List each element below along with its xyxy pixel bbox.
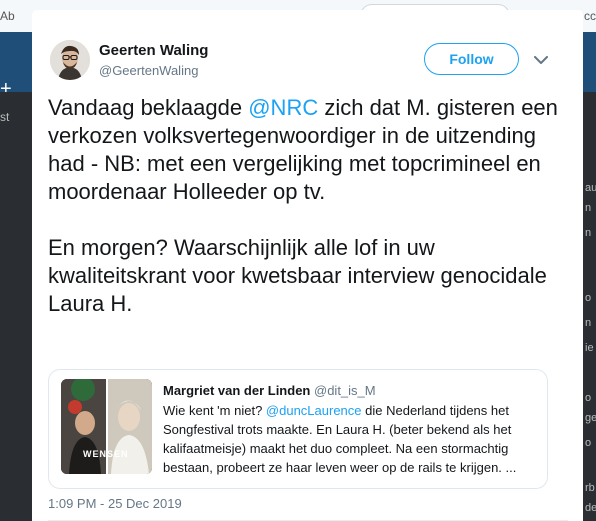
background-text-fragment: ie bbox=[585, 342, 594, 354]
quoted-author-name: Margriet van der Linden bbox=[163, 383, 311, 398]
avatar-portrait-icon bbox=[50, 40, 90, 80]
background-text-fragment: n bbox=[585, 227, 592, 239]
background-right-column: au n n o n ie o ge o rb de bbox=[583, 92, 596, 521]
quoted-media-image-icon bbox=[61, 379, 152, 474]
quoted-author[interactable]: Margriet van der Linden @dit_is_M bbox=[163, 383, 376, 398]
author-handle[interactable]: @GeertenWaling bbox=[99, 63, 198, 78]
media-caption: WENSEN bbox=[83, 449, 129, 459]
quoted-tweet[interactable]: WENSEN Margriet van der Linden @dit_is_M… bbox=[48, 369, 548, 489]
tweet-paragraph: En morgen? Waarschijnlijk alle lof in uw… bbox=[48, 235, 547, 316]
avatar[interactable] bbox=[50, 40, 90, 80]
background-text-fragment: n bbox=[585, 317, 592, 329]
more-options-button[interactable] bbox=[531, 50, 551, 70]
background-text-fragment: Ab bbox=[0, 9, 15, 23]
quoted-tweet-text: Wie kent 'm niet? @duncLaurence die Nede… bbox=[163, 401, 543, 477]
background-text-fragment: au bbox=[585, 182, 596, 194]
tweet-timestamp[interactable]: 1:09 PM - 25 Dec 2019 bbox=[48, 496, 182, 511]
quoted-tweet-media[interactable]: WENSEN bbox=[61, 379, 152, 474]
background-text-fragment: n bbox=[585, 202, 592, 214]
background-text-fragment: cc bbox=[584, 9, 596, 23]
tweet-text: Vandaag beklaagde @NRC zich dat M. giste… bbox=[48, 94, 568, 318]
background-text-fragment: o bbox=[585, 292, 592, 304]
tweet-paragraph: Vandaag beklaagde @NRC zich dat M. giste… bbox=[48, 94, 568, 206]
tweet-card: Geerten Waling @GeertenWaling Follow Van… bbox=[32, 10, 583, 521]
author-name[interactable]: Geerten Waling bbox=[99, 42, 208, 59]
quoted-text-span: Wie kent 'm niet? bbox=[163, 403, 266, 418]
background-text-fragment: o bbox=[585, 437, 592, 449]
background-text-fragment: rb bbox=[585, 482, 595, 494]
chevron-down-icon bbox=[534, 55, 548, 64]
tweet-text-span: Vandaag beklaagde bbox=[48, 95, 249, 120]
quoted-author-handle: @dit_is_M bbox=[314, 383, 376, 398]
background-text-fragment: de bbox=[585, 502, 596, 514]
mention-link[interactable]: @duncLaurence bbox=[266, 403, 362, 418]
background-text-fragment: o bbox=[585, 392, 592, 404]
background-text-fragment: ge bbox=[585, 412, 596, 424]
follow-button[interactable]: Follow bbox=[424, 43, 519, 75]
background-text-fragment: st bbox=[0, 110, 10, 124]
mention-link[interactable]: @NRC bbox=[248, 95, 318, 120]
